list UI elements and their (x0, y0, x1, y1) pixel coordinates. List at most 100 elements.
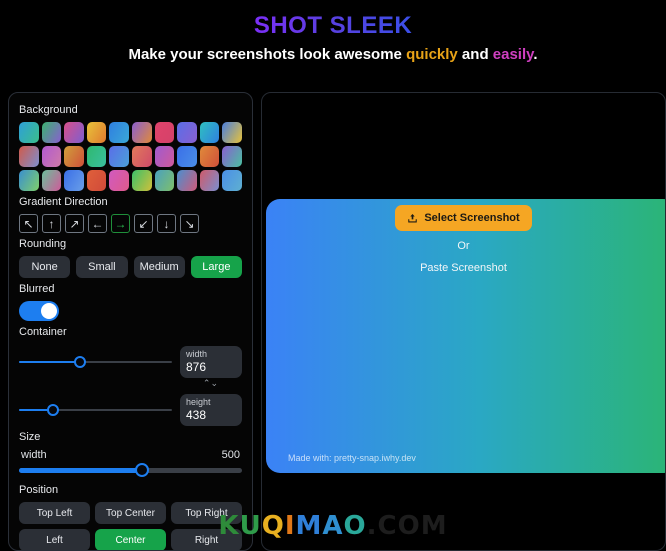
background-swatch-21[interactable] (41, 170, 62, 191)
preview-canvas[interactable]: Made with: pretty-snap.iwhy.dev (266, 199, 665, 473)
gradient-direction-down-left-icon[interactable]: ↙ (134, 214, 153, 233)
select-screenshot-label: Select Screenshot (424, 212, 520, 224)
background-swatch-12[interactable] (64, 146, 84, 167)
slider-thumb[interactable] (74, 356, 87, 368)
size-width-label: width (21, 449, 47, 461)
container-height-row: height 438 (19, 394, 242, 426)
background-swatch-4[interactable] (109, 122, 129, 143)
watermark-letter-10: M (420, 511, 448, 541)
rounding-small-button[interactable]: Small (76, 256, 128, 278)
container-label: Container (19, 326, 67, 338)
container-width-slider[interactable] (19, 353, 172, 371)
container-height-slider[interactable] (19, 401, 172, 419)
rounding-large-button[interactable]: Large (190, 256, 242, 278)
background-swatch-29[interactable] (222, 170, 242, 191)
watermark-letter-0: K (218, 511, 240, 541)
container-height-field[interactable]: height 438 (180, 394, 242, 426)
slider-fill (19, 468, 142, 473)
gradient-direction-up-right-icon[interactable]: ↗ (65, 214, 84, 233)
watermark-letter-8: C (377, 511, 398, 541)
subtitle-easily: easily (492, 46, 534, 63)
subtitle-text-1: Make your screenshots look awesome (128, 46, 407, 63)
position-label: Position (19, 484, 59, 496)
app-header: SHOT SLEEK Make your screenshots look aw… (0, 0, 666, 64)
upload-icon (407, 213, 418, 224)
background-swatch-24[interactable] (109, 170, 129, 191)
watermark-letter-4: M (295, 511, 323, 541)
container-width-row: width 876 (19, 346, 242, 378)
background-swatch-6[interactable] (154, 122, 175, 143)
container-height-field-value: 438 (186, 408, 207, 422)
app-root: SHOT SLEEK Make your screenshots look aw… (0, 0, 666, 551)
site-watermark: KUQIMAO.COM (0, 511, 666, 541)
background-swatch-28[interactable] (199, 170, 220, 191)
gradient-direction-row[interactable]: ↖ ↑ ↗ ← → ↙ ↓ ↘ (19, 214, 242, 233)
rounding-button-row[interactable]: None Small Medium Large (19, 256, 242, 278)
background-swatch-13[interactable] (86, 146, 107, 167)
size-width-value: 500 (221, 449, 240, 461)
background-swatch-9[interactable] (222, 122, 242, 143)
gradient-direction-label: Gradient Direction (19, 196, 108, 208)
background-swatch-5[interactable] (132, 122, 152, 143)
rounding-none-button[interactable]: None (19, 256, 71, 278)
background-swatch-23[interactable] (86, 170, 107, 191)
container-width-field-value: 876 (186, 360, 207, 374)
container-width-field[interactable]: width 876 (180, 346, 242, 378)
background-swatch-8[interactable] (199, 122, 220, 143)
size-label: Size (19, 431, 41, 443)
background-swatch-10[interactable] (19, 146, 39, 167)
background-swatch-2[interactable] (64, 122, 84, 143)
gradient-direction-down-right-icon[interactable]: ↘ (180, 214, 199, 233)
size-width-slider[interactable] (19, 463, 242, 479)
background-swatch-25[interactable] (132, 170, 152, 191)
background-swatch-19[interactable] (222, 146, 242, 167)
container-width-field-label: width (186, 349, 208, 359)
container-height-field-label: height (186, 397, 211, 407)
controls-panel: Background Gradient Direction ↖ ↑ ↗ ← → ↙ ↓ ↘ R… (8, 92, 253, 551)
background-swatch-3[interactable] (86, 122, 107, 143)
blurred-label: Blurred (19, 283, 55, 295)
gradient-direction-left-icon[interactable]: ← (88, 214, 107, 233)
slider-thumb[interactable] (134, 463, 149, 477)
watermark-letter-7: . (366, 511, 378, 541)
background-swatch-14[interactable] (109, 146, 129, 167)
background-swatch-11[interactable] (41, 146, 62, 167)
container-link-spinner[interactable]: ⌃⌄ (19, 379, 242, 388)
background-swatch-grid[interactable] (19, 122, 242, 191)
size-header: width 500 (19, 449, 242, 461)
watermark-letter-6: O (343, 511, 367, 541)
slider-thumb[interactable] (46, 404, 59, 416)
select-screenshot-button[interactable]: Select Screenshot (395, 205, 532, 231)
toggle-knob (41, 303, 57, 319)
background-swatch-16[interactable] (154, 146, 175, 167)
gradient-direction-up-left-icon[interactable]: ↖ (19, 214, 38, 233)
background-swatch-15[interactable] (132, 146, 152, 167)
watermark-letter-2: Q (261, 511, 285, 541)
preview-panel: Made with: pretty-snap.iwhy.dev Select S… (261, 92, 666, 551)
subtitle-text-2: and (457, 46, 493, 63)
background-section-label: Background (19, 104, 78, 116)
blurred-toggle[interactable] (19, 301, 59, 321)
background-swatch-1[interactable] (41, 122, 62, 143)
gradient-direction-right-icon[interactable]: → (111, 214, 130, 233)
background-swatch-27[interactable] (177, 170, 197, 191)
background-swatch-0[interactable] (19, 122, 39, 143)
watermark-letter-5: A (322, 511, 344, 541)
background-swatch-18[interactable] (199, 146, 220, 167)
subtitle-quickly: quickly (406, 46, 458, 63)
background-swatch-17[interactable] (177, 146, 197, 167)
page-title: SHOT SLEEK (253, 12, 413, 39)
rounding-medium-button[interactable]: Medium (133, 256, 185, 278)
gradient-direction-up-icon[interactable]: ↑ (42, 214, 61, 233)
background-swatch-26[interactable] (154, 170, 175, 191)
subtitle-text-3: . (533, 46, 538, 63)
made-with-watermark: Made with: pretty-snap.iwhy.dev (288, 453, 416, 463)
background-swatch-22[interactable] (64, 170, 84, 191)
background-swatch-20[interactable] (19, 170, 39, 191)
background-swatch-7[interactable] (177, 122, 197, 143)
page-subtitle: Make your screenshots look awesome quick… (0, 46, 666, 64)
watermark-letter-3: I (284, 511, 296, 541)
gradient-direction-down-icon[interactable]: ↓ (157, 214, 176, 233)
slider-fill (19, 361, 81, 363)
watermark-letter-1: U (239, 511, 262, 541)
